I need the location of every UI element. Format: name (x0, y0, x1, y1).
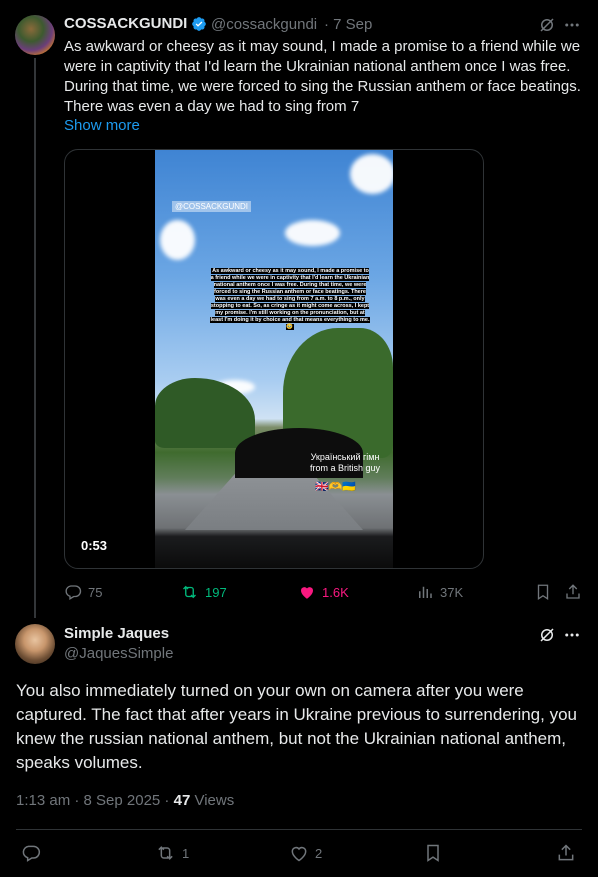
reply-icon (65, 585, 82, 600)
reply-repost-count: 1 (182, 845, 190, 861)
tweet-actions-like: 1.6K (298, 582, 349, 602)
video-flags: 🇬🇧🫶🇺🇦 (315, 481, 357, 493)
heart-icon (291, 846, 307, 862)
reply-author-handle[interactable]: @JaquesSimple (64, 645, 173, 662)
video-frame[interactable]: @COSSACKGUNDI As awkward or cheesy as it… (155, 150, 393, 568)
like-count: 1.6K (322, 584, 349, 600)
author-handle[interactable]: @cossackgundi (211, 16, 317, 33)
tweet-text: As awkward or cheesy as it may sound, I … (64, 38, 581, 115)
avatar[interactable] (15, 15, 55, 55)
views-button[interactable]: 37K (416, 583, 463, 601)
video-caption: As awkward or cheesy as it may sound, I … (210, 268, 370, 330)
heart-filled-icon (301, 587, 313, 599)
reply-views-label: Views (190, 792, 235, 809)
video-overlay-text: Український гімн from a British guy (309, 452, 381, 473)
tweet-actions-views: 37K (416, 582, 463, 602)
reply-repost-button[interactable]: 1 (155, 843, 189, 863)
share-icon[interactable] (563, 582, 583, 602)
reply-more-options-icon[interactable] (562, 625, 582, 645)
more-options-icon[interactable] (562, 15, 582, 35)
tweet-actions: 75 (64, 582, 102, 602)
video-watermark: @COSSACKGUNDI (172, 201, 252, 212)
repost-icon (158, 846, 173, 860)
reply-author-name[interactable]: Simple Jaques (64, 625, 169, 642)
reply-actions-like: 2 (289, 843, 322, 863)
analytics-icon (419, 586, 432, 598)
reply-metadata: 1:13 am · 8 Sep 2025 · 47 Views (16, 792, 234, 809)
video-duration: 0:53 (81, 538, 108, 553)
bookmark-icon[interactable] (533, 582, 553, 602)
verified-badge-icon (192, 17, 206, 31)
post-date[interactable]: · 7 Sep (324, 16, 372, 33)
reply-actions (21, 843, 41, 863)
view-count: 37K (440, 584, 464, 600)
reply-like-count: 2 (315, 845, 323, 861)
reply-avatar[interactable] (15, 624, 55, 664)
like-button[interactable]: 1.6K (298, 583, 349, 601)
author-name[interactable]: COSSACKGUNDI (64, 15, 187, 32)
reply-timestamp[interactable]: 1:13 am · 8 Sep 2025 · (16, 792, 174, 809)
reply-actions-repost: 1 (155, 843, 189, 863)
repost-icon (183, 585, 196, 599)
reply-grok-icon[interactable] (537, 625, 557, 645)
reply-views-count: 47 (173, 792, 191, 809)
reply-button[interactable]: 75 (64, 583, 102, 601)
reply-icon (22, 845, 41, 862)
reply-reply-button[interactable] (21, 843, 41, 863)
thread-connector-line (34, 58, 36, 618)
reply-like-button[interactable]: 2 (289, 843, 322, 863)
video-player[interactable]: @COSSACKGUNDI As awkward or cheesy as it… (64, 149, 484, 569)
reply-share-icon[interactable] (556, 843, 576, 863)
show-more-link[interactable]: Show more (64, 117, 140, 134)
reply-text: You also immediately turned on your own … (16, 681, 577, 772)
reply-bookmark-icon[interactable] (423, 843, 443, 863)
tweet-actions-repost: 197 (180, 582, 227, 602)
reply-count: 75 (88, 584, 103, 600)
repost-count: 197 (205, 584, 227, 600)
divider (16, 829, 582, 830)
repost-button[interactable]: 197 (180, 583, 227, 601)
grok-icon[interactable] (537, 15, 557, 35)
